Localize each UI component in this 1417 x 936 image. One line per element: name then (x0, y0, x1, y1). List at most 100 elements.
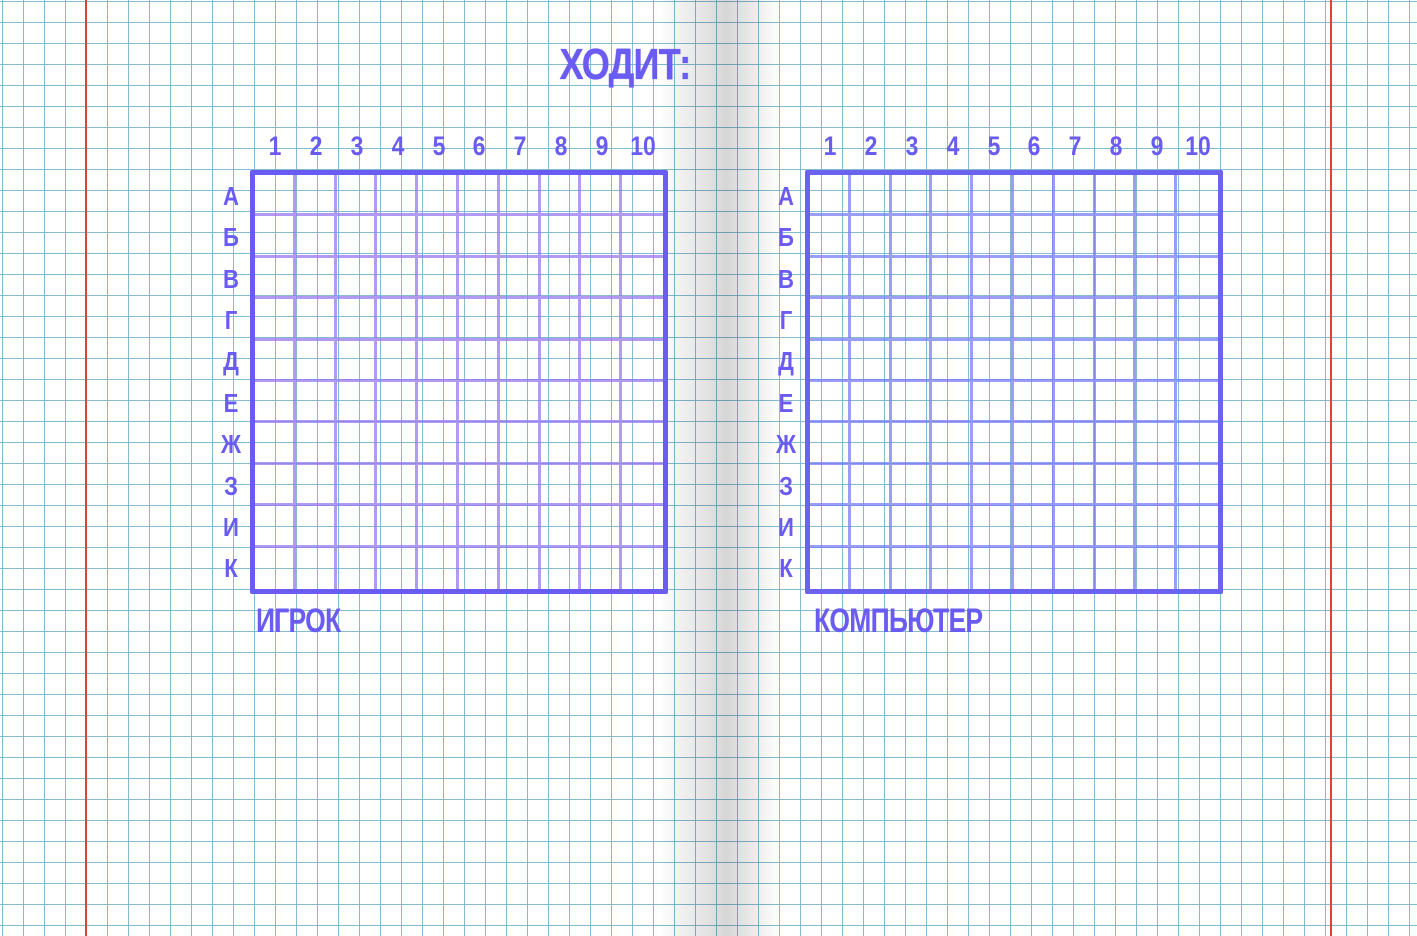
computer-cell-В8[interactable] (1095, 257, 1137, 300)
computer-cell-В1[interactable] (810, 257, 851, 300)
player-cell-Е3[interactable] (336, 382, 378, 424)
computer-cell-Е6[interactable] (1013, 382, 1055, 424)
player-cell-Г6[interactable] (458, 299, 500, 341)
computer-cell-А10[interactable] (1177, 175, 1218, 217)
player-cell-И9[interactable] (581, 506, 623, 548)
player-cell-А10[interactable] (622, 175, 663, 217)
player-cell-Г5[interactable] (418, 299, 459, 341)
player-cell-Ж7[interactable] (499, 423, 541, 465)
computer-cell-Б10[interactable] (1177, 216, 1218, 258)
player-cell-В1[interactable] (255, 257, 296, 300)
computer-cell-Ж10[interactable] (1177, 423, 1218, 465)
computer-cell-Б7[interactable] (1054, 216, 1096, 258)
player-cell-А4[interactable] (377, 175, 419, 217)
player-cell-Е10[interactable] (622, 382, 663, 424)
player-cell-А3[interactable] (336, 175, 378, 217)
computer-cell-Е5[interactable] (973, 382, 1014, 424)
computer-cell-Д8[interactable] (1095, 340, 1137, 382)
player-cell-К9[interactable] (581, 547, 623, 589)
computer-cell-Г6[interactable] (1013, 299, 1055, 341)
player-cell-Д3[interactable] (336, 340, 378, 382)
computer-cell-Г5[interactable] (973, 299, 1014, 341)
computer-cell-З1[interactable] (810, 464, 851, 507)
player-cell-И2[interactable] (295, 506, 337, 548)
player-cell-И3[interactable] (336, 506, 378, 548)
computer-cell-В7[interactable] (1054, 257, 1096, 300)
computer-cell-Б6[interactable] (1013, 216, 1055, 258)
computer-cell-В2[interactable] (850, 257, 892, 300)
player-cell-К4[interactable] (377, 547, 419, 589)
player-cell-А6[interactable] (458, 175, 500, 217)
player-cell-Г4[interactable] (377, 299, 419, 341)
computer-cell-В6[interactable] (1013, 257, 1055, 300)
computer-cell-Д6[interactable] (1013, 340, 1055, 382)
player-cell-И8[interactable] (540, 506, 582, 548)
player-cell-К7[interactable] (500, 547, 541, 589)
computer-cell-З6[interactable] (1013, 464, 1055, 507)
computer-cell-И7[interactable] (1054, 506, 1096, 548)
player-cell-И5[interactable] (418, 506, 459, 548)
player-cell-Ж10[interactable] (622, 423, 663, 465)
player-cell-З5[interactable] (418, 464, 459, 507)
player-cell-Г3[interactable] (336, 299, 378, 341)
player-cell-Б1[interactable] (255, 216, 296, 258)
player-cell-И6[interactable] (458, 506, 500, 548)
player-cell-Д5[interactable] (418, 340, 459, 382)
computer-cell-Ж7[interactable] (1054, 423, 1096, 465)
computer-cell-Е8[interactable] (1095, 382, 1137, 424)
player-cell-Б3[interactable] (336, 216, 378, 258)
player-cell-З1[interactable] (255, 464, 296, 507)
player-cell-К10[interactable] (622, 548, 663, 589)
player-cell-Ж5[interactable] (418, 423, 459, 465)
computer-cell-Е3[interactable] (891, 382, 933, 424)
player-cell-З7[interactable] (499, 464, 541, 507)
player-cell-З8[interactable] (540, 464, 582, 507)
computer-cell-А3[interactable] (891, 175, 933, 217)
player-cell-Г10[interactable] (622, 299, 663, 341)
player-cell-И7[interactable] (499, 506, 541, 548)
player-cell-Е8[interactable] (540, 382, 582, 424)
player-cell-А8[interactable] (540, 175, 582, 217)
player-cell-Д4[interactable] (377, 340, 419, 382)
player-cell-К8[interactable] (541, 547, 582, 589)
computer-cell-А9[interactable] (1136, 175, 1178, 217)
player-cell-В7[interactable] (499, 257, 541, 300)
computer-cell-И9[interactable] (1136, 506, 1178, 548)
player-cell-В9[interactable] (581, 257, 623, 300)
computer-cell-В5[interactable] (973, 257, 1014, 300)
computer-cell-Д4[interactable] (932, 340, 974, 382)
player-cell-Г8[interactable] (540, 299, 582, 341)
computer-cell-Е1[interactable] (810, 382, 851, 424)
player-cell-Д9[interactable] (581, 340, 623, 382)
computer-cell-Б8[interactable] (1095, 216, 1137, 258)
player-cell-А9[interactable] (581, 175, 623, 217)
computer-cell-Е4[interactable] (932, 382, 974, 424)
computer-cell-И6[interactable] (1013, 506, 1055, 548)
player-cell-З3[interactable] (336, 464, 378, 507)
computer-cell-Г7[interactable] (1054, 299, 1096, 341)
player-cell-В5[interactable] (418, 257, 459, 300)
player-cell-Б9[interactable] (581, 216, 623, 258)
player-cell-Д8[interactable] (540, 340, 582, 382)
computer-cell-И5[interactable] (973, 506, 1014, 548)
computer-cell-Ж5[interactable] (973, 423, 1014, 465)
player-cell-Б5[interactable] (418, 216, 459, 258)
computer-cell-К3[interactable] (892, 547, 933, 589)
computer-cell-А1[interactable] (810, 175, 851, 217)
computer-cell-Д5[interactable] (973, 340, 1014, 382)
computer-cell-Ж4[interactable] (932, 423, 974, 465)
player-cell-А1[interactable] (255, 175, 296, 217)
computer-cell-З2[interactable] (850, 464, 892, 507)
computer-cell-Г9[interactable] (1136, 299, 1178, 341)
player-cell-Б7[interactable] (499, 216, 541, 258)
computer-cell-В10[interactable] (1177, 258, 1218, 300)
player-cell-Г1[interactable] (255, 299, 296, 341)
computer-cell-З3[interactable] (891, 464, 933, 507)
computer-cell-А6[interactable] (1013, 175, 1055, 217)
computer-cell-К4[interactable] (932, 547, 974, 589)
player-cell-Ж8[interactable] (540, 423, 582, 465)
player-cell-З2[interactable] (295, 464, 337, 507)
player-cell-З10[interactable] (622, 465, 663, 507)
player-cell-А5[interactable] (418, 175, 459, 217)
computer-cell-Ж1[interactable] (810, 423, 851, 465)
